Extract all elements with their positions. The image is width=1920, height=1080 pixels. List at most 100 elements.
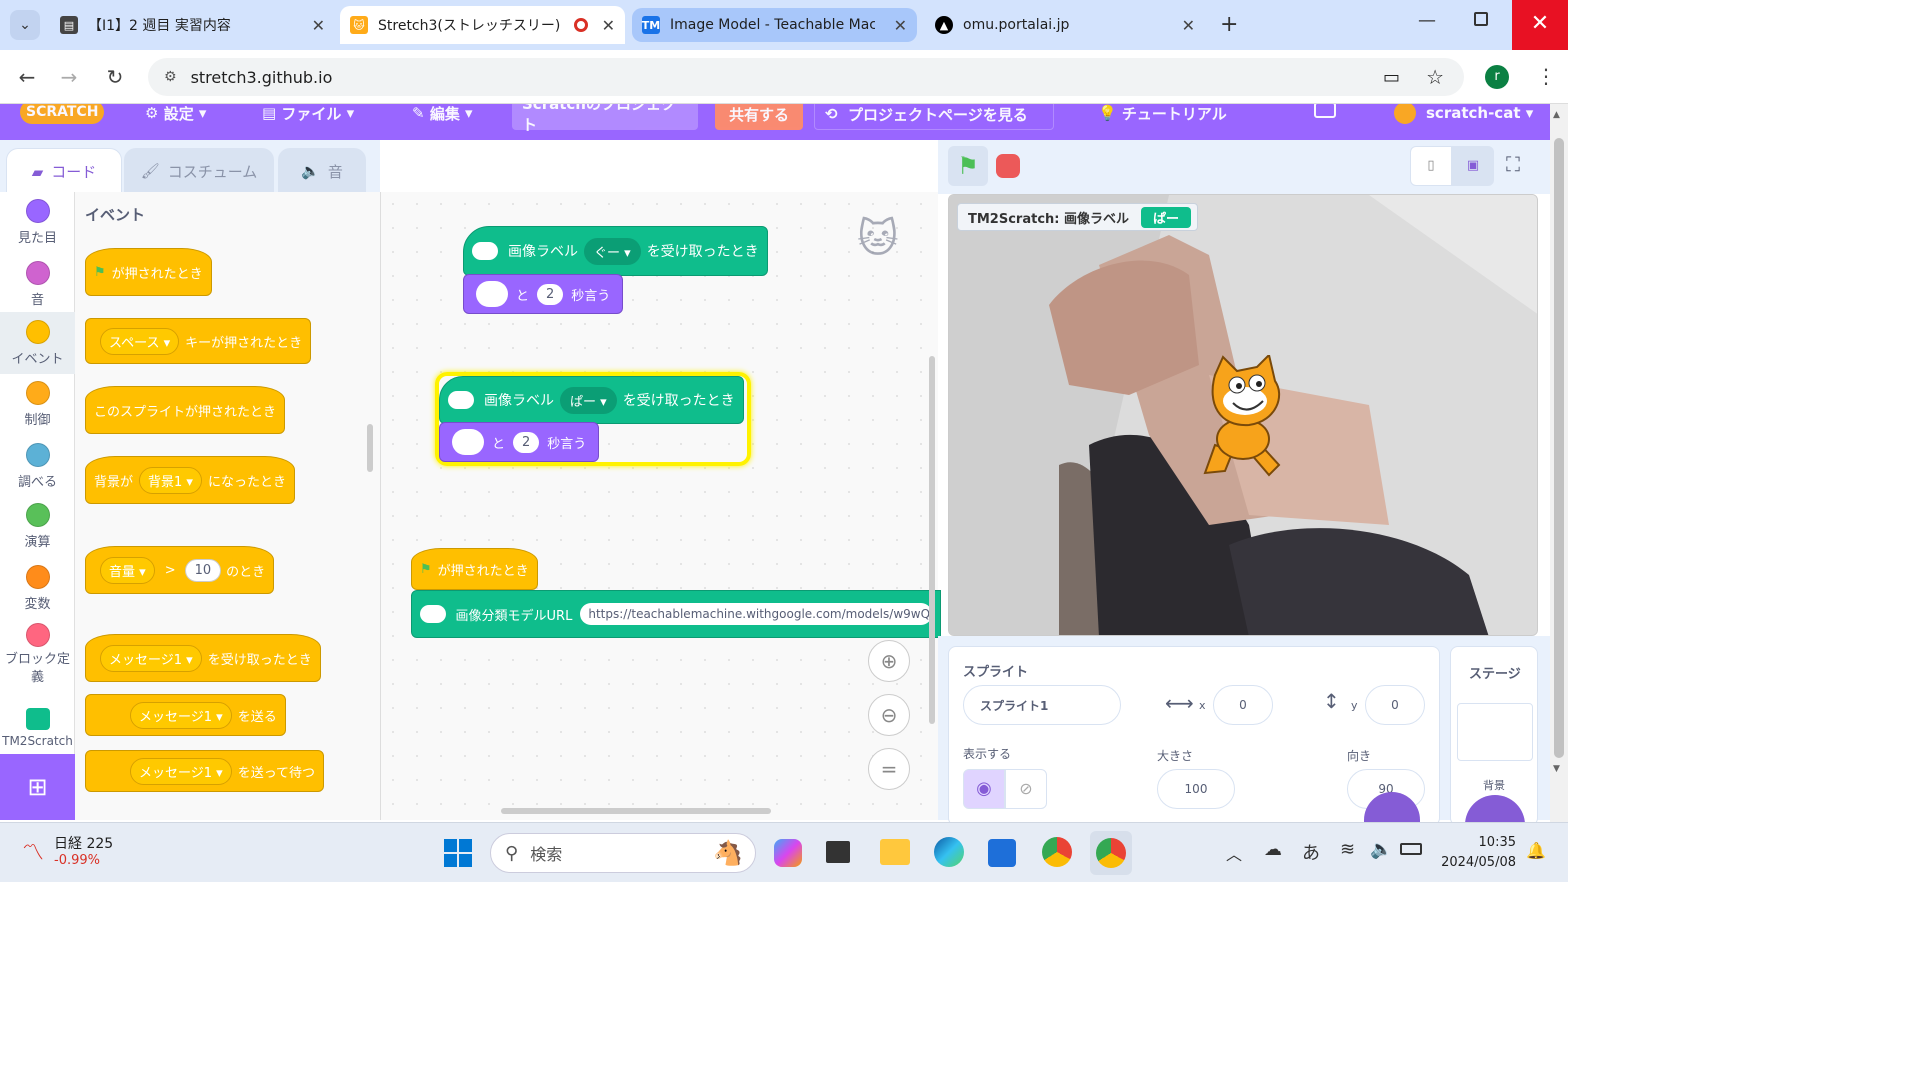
reload-button[interactable]: ↻ — [102, 64, 128, 90]
onedrive-icon[interactable]: ☁ — [1264, 839, 1282, 860]
say-text-input-2[interactable] — [452, 429, 484, 455]
model-url-input[interactable]: https://teachablemachine.withgoogle.com/… — [580, 603, 932, 625]
block-when-backdrop-switches[interactable]: 背景が背景1になったとき — [85, 456, 295, 504]
loudness-dropdown[interactable]: 音量 — [100, 556, 155, 584]
tab-1[interactable]: ▤ 【I1】2 週目 実習内容 ✕ — [50, 6, 335, 44]
sprite-name-input[interactable]: スプライト1 — [963, 685, 1121, 725]
task-view-icon[interactable] — [826, 841, 850, 863]
tab-search-button[interactable]: ⌄ — [10, 10, 40, 40]
scratch-logo[interactable]: SCRATCH — [20, 104, 105, 124]
battery-icon[interactable] — [1400, 843, 1422, 855]
site-info-icon[interactable]: ⚙ — [164, 69, 177, 85]
chrome-profile-p-icon[interactable] — [1042, 837, 1072, 867]
new-tab-button[interactable]: + — [1220, 12, 1238, 37]
category-my-blocks[interactable]: ブロック定義 — [0, 620, 75, 690]
tab-code[interactable]: ▰ コード — [6, 148, 122, 194]
x-input[interactable]: 0 — [1213, 685, 1273, 725]
broadcast-dropdown[interactable]: メッセージ1 — [130, 701, 232, 729]
edge-icon[interactable] — [934, 837, 964, 867]
page-scrollbar[interactable]: ▲ ▼ — [1550, 104, 1568, 822]
notification-bell-icon[interactable]: 🔔 — [1526, 841, 1546, 860]
block-when-label-received-1[interactable]: 画像ラベル ぐー を受け取ったとき — [463, 226, 768, 276]
settings-menu[interactable]: ⚙ 設定 ▾ — [145, 104, 206, 128]
zoom-reset-button[interactable]: = — [868, 748, 910, 790]
tab-3[interactable]: TM Image Model - Teachable Mach ✕ — [632, 8, 917, 42]
zoom-out-button[interactable]: ⊖ — [868, 694, 910, 736]
tab-1-close-icon[interactable]: ✕ — [312, 16, 325, 35]
tab-sound[interactable]: 🔈 音 — [278, 148, 366, 194]
block-when-sprite-clicked[interactable]: このスプライトが押されたとき — [85, 386, 286, 434]
chrome-profile-r-icon[interactable] — [1090, 831, 1132, 875]
restore-button[interactable] — [1474, 12, 1488, 26]
file-menu[interactable]: ▤ ファイル ▾ — [262, 104, 354, 128]
category-control[interactable]: 制御 — [0, 374, 75, 434]
scratch-cat-sprite[interactable] — [1185, 353, 1305, 479]
profile-avatar[interactable]: r — [1485, 65, 1509, 89]
add-extension-button[interactable]: ⊞ — [0, 754, 75, 820]
backdrop-dropdown[interactable]: 背景1 — [139, 466, 202, 494]
copilot-icon[interactable] — [774, 839, 802, 867]
label-dropdown-2[interactable]: ぱー — [560, 386, 617, 414]
block-when-label-received-2[interactable]: 画像ラベル ぱー を受け取ったとき — [439, 376, 744, 424]
close-window-button[interactable]: ✕ — [1512, 0, 1568, 50]
block-when-flag-clicked[interactable]: ⚑ が押されたとき — [85, 248, 212, 296]
fullscreen-button[interactable]: ⛶ — [1506, 152, 1520, 176]
size-input[interactable]: 100 — [1157, 769, 1235, 809]
block-when-flag-clicked-script[interactable]: ⚑ が押されたとき — [411, 548, 538, 590]
category-sensing[interactable]: 調べる — [0, 436, 75, 496]
minimize-button[interactable]: — — [1418, 10, 1436, 31]
category-looks[interactable]: 見た目 — [0, 192, 75, 252]
tab-4-close-icon[interactable]: ✕ — [1182, 16, 1195, 35]
block-broadcast-and-wait[interactable]: メッセージ1を送って待つ — [85, 750, 325, 792]
forward-button[interactable]: → — [56, 64, 82, 90]
block-when-key-pressed[interactable]: スペースキーが押されたとき — [85, 318, 312, 364]
tab-2-active[interactable]: 🐱 Stretch3(ストレッチスリー) ✕ — [340, 6, 625, 44]
project-title-input[interactable]: Scratchのプロジェクト — [512, 104, 698, 134]
say-secs-input-2[interactable]: 2 — [513, 431, 540, 453]
tutorial-button[interactable]: 💡 チュートリアル — [1098, 104, 1227, 128]
show-visible-button[interactable]: ◉ — [963, 769, 1005, 809]
see-project-page-button[interactable]: ⟲ プロジェクトページを見る — [814, 104, 1054, 130]
broadcast-wait-dropdown[interactable]: メッセージ1 — [130, 757, 232, 785]
loudness-value-input[interactable]: 10 — [184, 558, 222, 582]
category-sound[interactable]: 音 — [0, 254, 75, 314]
say-secs-input-1[interactable]: 2 — [537, 283, 564, 305]
taskbar-search[interactable]: ⚲ 検索 🐴 — [490, 833, 756, 873]
tab-costume[interactable]: 🖌 コスチューム — [124, 148, 274, 194]
back-button[interactable]: ← — [14, 64, 40, 90]
url-field[interactable]: ⚙ stretch3.github.io ▭ ☆ — [148, 58, 1464, 96]
zoom-in-button[interactable]: ⊕ — [868, 640, 910, 682]
block-say-for-secs-2[interactable]: と 2 秒言う — [439, 422, 600, 462]
message-dropdown[interactable]: メッセージ1 — [100, 644, 202, 672]
y-input[interactable]: 0 — [1365, 685, 1425, 725]
wifi-icon[interactable]: ≋ — [1340, 839, 1355, 860]
palette-scrollbar[interactable] — [367, 424, 373, 472]
tab-3-close-icon[interactable]: ✕ — [894, 16, 907, 35]
stop-button[interactable] — [996, 154, 1020, 178]
stock-widget[interactable]: 〽 日経 225 -0.99% — [22, 833, 113, 868]
block-when-loudness[interactable]: 音量>10のとき — [85, 546, 275, 594]
share-button[interactable]: 共有する — [715, 104, 803, 130]
stage-selector[interactable]: ステージ 背景 — [1450, 646, 1538, 835]
stage-canvas[interactable]: TM2Scratch: 画像ラベル ぱー — [948, 194, 1538, 636]
category-operators[interactable]: 演算 — [0, 496, 75, 556]
category-tm2scratch[interactable]: TM2Scratch — [0, 698, 75, 758]
workspace-vscrollbar[interactable] — [929, 356, 935, 724]
green-flag-button[interactable]: ⚑ — [948, 146, 988, 186]
start-button[interactable] — [444, 839, 472, 867]
ime-indicator[interactable]: あ — [1302, 839, 1320, 865]
bookmark-star-icon[interactable]: ☆ — [1426, 65, 1444, 89]
tab-4[interactable]: ▲ omu.portalai.jp ✕ — [925, 6, 1205, 44]
code-workspace[interactable]: 🐱 画像ラベル ぐー を受け取ったとき と 2 秒言う 画像ラベル ぱー を受け… — [381, 192, 941, 820]
my-stuff-icon[interactable] — [1314, 104, 1336, 118]
normal-stage-button[interactable]: ▣ — [1452, 146, 1494, 186]
variable-monitor[interactable]: TM2Scratch: 画像ラベル ぱー — [957, 203, 1199, 231]
volume-icon[interactable]: 🔈 — [1370, 839, 1392, 860]
tray-overflow-icon[interactable]: ︿ — [1226, 841, 1242, 865]
block-model-url[interactable]: 画像分類モデルURL https://teachablemachine.with… — [411, 590, 941, 638]
small-stage-button[interactable]: ▯ — [1410, 146, 1452, 186]
account-menu[interactable]: scratch-cat ▾ — [1394, 104, 1533, 128]
store-icon[interactable] — [988, 839, 1016, 867]
clock[interactable]: 10:35 2024/05/08 — [1436, 833, 1516, 873]
show-hidden-button[interactable]: ⊘ — [1005, 769, 1047, 809]
